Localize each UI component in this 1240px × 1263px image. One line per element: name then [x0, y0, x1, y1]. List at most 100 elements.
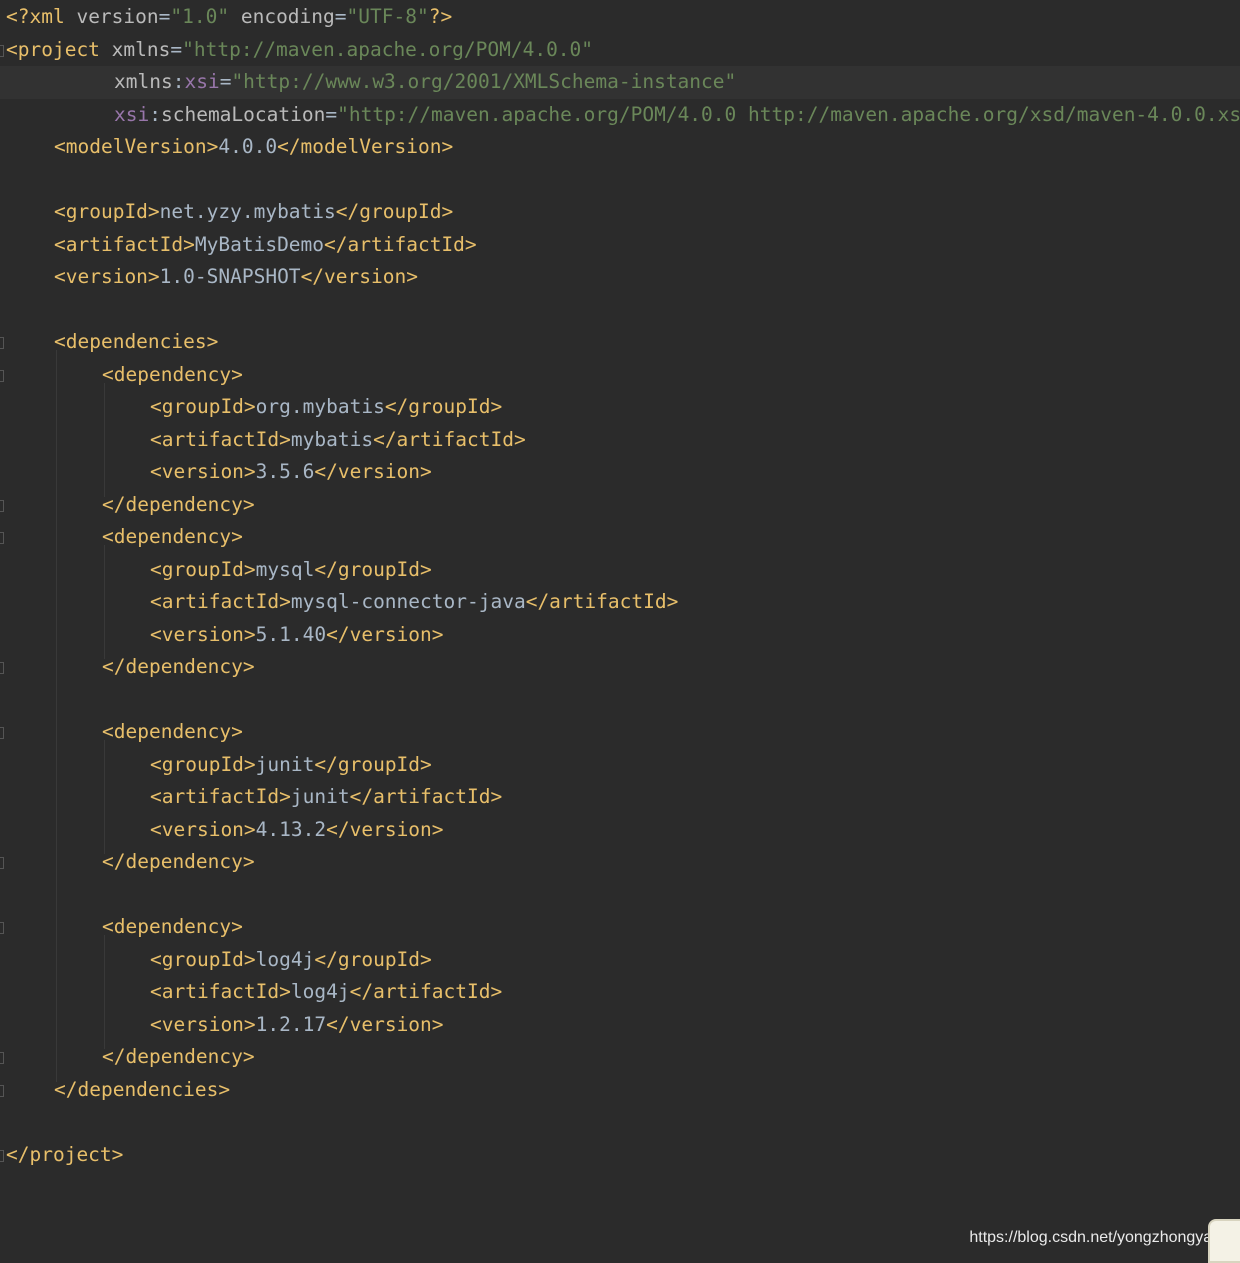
code-line-content: <version>3.5.6</version> [150, 456, 432, 489]
fold-marker-icon[interactable] [0, 44, 4, 57]
code-line[interactable]: <version>4.13.2</version> [0, 814, 1240, 847]
code-line[interactable]: <groupId>junit</groupId> [0, 749, 1240, 782]
code-token: </version> [326, 622, 444, 646]
code-token: log4j [255, 947, 315, 971]
code-line[interactable]: </dependency> [0, 846, 1240, 879]
code-line[interactable]: <dependency> [0, 359, 1240, 392]
code-line[interactable]: <dependency> [0, 521, 1240, 554]
fold-marker-icon[interactable] [0, 662, 4, 674]
fold-marker-icon[interactable] [0, 499, 4, 512]
code-line[interactable]: <artifactId>junit</artifactId> [0, 781, 1240, 814]
code-token: "1.0" [170, 5, 230, 28]
code-line-content: <groupId>net.yzy.mybatis</groupId> [54, 196, 453, 229]
code-line[interactable] [0, 164, 1240, 197]
code-line-content: </dependency> [102, 1041, 255, 1074]
code-token: <groupId> [150, 395, 256, 418]
code-line[interactable]: <?xml version="1.0" encoding="UTF-8"?> [0, 1, 1240, 34]
fold-marker-icon[interactable] [0, 369, 4, 382]
code-token: <groupId> [150, 947, 256, 971]
code-line-content: <dependency> [102, 911, 243, 944]
code-token: 4.13.2 [255, 817, 327, 841]
code-line[interactable] [0, 294, 1240, 327]
code-line-content: <artifactId>junit</artifactId> [150, 781, 502, 814]
code-line[interactable]: <groupId>mysql</groupId> [0, 554, 1240, 587]
code-line-content: xsi:schemaLocation="http://maven.apache.… [114, 99, 1240, 132]
code-token: </artifactId> [324, 232, 477, 256]
code-token: <version> [150, 1012, 256, 1036]
code-line[interactable]: <modelVersion>4.0.0</modelVersion> [0, 131, 1240, 164]
code-line[interactable]: <dependency> [0, 716, 1240, 749]
code-token: <?xml [6, 5, 77, 28]
code-token: </dependency> [102, 492, 255, 516]
fold-marker-icon[interactable] [0, 727, 4, 739]
code-line[interactable]: </dependency> [0, 1041, 1240, 1074]
code-line[interactable]: <version>1.0-SNAPSHOT</version> [0, 261, 1240, 294]
code-line[interactable]: <project xmlns="http://maven.apache.org/… [0, 34, 1240, 67]
code-token: </dependency> [102, 850, 255, 873]
code-token: <artifactId> [150, 590, 291, 613]
code-line-content: </dependency> [102, 846, 255, 879]
code-line[interactable]: <groupId>org.mybatis</groupId> [0, 391, 1240, 424]
code-token: </groupId> [335, 200, 454, 223]
code-token: <artifactId> [150, 785, 291, 808]
code-token: </version> [314, 460, 432, 483]
code-line[interactable]: <version>5.1.40</version> [0, 619, 1240, 652]
code-token: <dependency> [102, 362, 243, 386]
indent-guide [104, 382, 105, 497]
code-line-content: <version>4.13.2</version> [150, 814, 444, 847]
code-line-content: </dependency> [102, 489, 255, 522]
code-token: = [219, 70, 232, 93]
code-token: </artifactId> [349, 785, 503, 808]
code-line[interactable]: <version>3.5.6</version> [0, 456, 1240, 489]
code-token: </groupId> [314, 947, 432, 971]
code-line[interactable]: </dependency> [0, 489, 1240, 522]
code-line-content: <version>1.2.17</version> [150, 1009, 444, 1042]
code-line[interactable]: <artifactId>MyBatisDemo</artifactId> [0, 229, 1240, 262]
code-line[interactable]: <groupId>net.yzy.mybatis</groupId> [0, 196, 1240, 229]
code-editor[interactable]: <?xml version="1.0" encoding="UTF-8"?> <p… [0, 0, 1240, 1257]
code-line[interactable] [0, 1106, 1240, 1139]
code-line-content: <artifactId>mysql-connector-java</artifa… [150, 586, 678, 619]
code-line[interactable] [0, 879, 1240, 912]
code-token: "http://maven.apache.org/POM/4.0.0" [182, 37, 594, 61]
code-token: <dependency> [102, 720, 243, 743]
code-line[interactable]: <dependency> [0, 911, 1240, 944]
fold-marker-icon[interactable] [0, 337, 4, 349]
code-line[interactable]: </dependencies> [0, 1074, 1240, 1107]
fold-marker-icon[interactable] [0, 922, 4, 934]
indent-guide [56, 350, 57, 1082]
fold-marker-icon[interactable] [0, 857, 4, 869]
fold-marker-icon[interactable] [0, 1052, 4, 1064]
fold-marker-icon[interactable] [0, 1149, 4, 1162]
code-line-content: <artifactId>mybatis</artifactId> [150, 424, 526, 457]
code-line[interactable]: <artifactId>mysql-connector-java</artifa… [0, 586, 1240, 619]
code-token: "UTF-8" [346, 5, 429, 28]
code-line[interactable]: xsi:schemaLocation="http://maven.apache.… [0, 99, 1240, 132]
code-line-content: <dependency> [102, 359, 243, 392]
code-token: <artifactId> [150, 980, 291, 1003]
code-token: <version> [150, 817, 256, 841]
code-line[interactable]: <artifactId>log4j</artifactId> [0, 976, 1240, 1009]
code-token: </artifactId> [373, 427, 526, 451]
code-token: net.yzy.mybatis [159, 200, 336, 223]
code-line[interactable]: <dependencies> [0, 326, 1240, 359]
code-token: = [334, 5, 347, 28]
code-token: version [76, 5, 159, 28]
code-line[interactable]: <artifactId>mybatis</artifactId> [0, 424, 1240, 457]
code-line[interactable]: </dependency> [0, 651, 1240, 684]
code-token: </version> [300, 265, 418, 288]
code-line[interactable]: <groupId>log4j</groupId> [0, 944, 1240, 977]
code-token: <version> [150, 460, 256, 483]
code-token: = [325, 102, 338, 126]
code-token: = [158, 5, 171, 28]
code-line-content: <groupId>org.mybatis</groupId> [150, 391, 502, 424]
code-line[interactable]: xmlns:xsi="http://www.w3.org/2001/XMLSch… [0, 66, 1240, 99]
code-token: : [172, 70, 185, 93]
fold-marker-icon[interactable] [0, 532, 4, 544]
code-token: <version> [150, 622, 256, 646]
code-token: <dependencies> [54, 330, 219, 353]
code-line[interactable] [0, 684, 1240, 717]
code-line[interactable]: </project> [0, 1139, 1240, 1172]
fold-marker-icon[interactable] [0, 1084, 4, 1097]
code-line[interactable]: <version>1.2.17</version> [0, 1009, 1240, 1042]
